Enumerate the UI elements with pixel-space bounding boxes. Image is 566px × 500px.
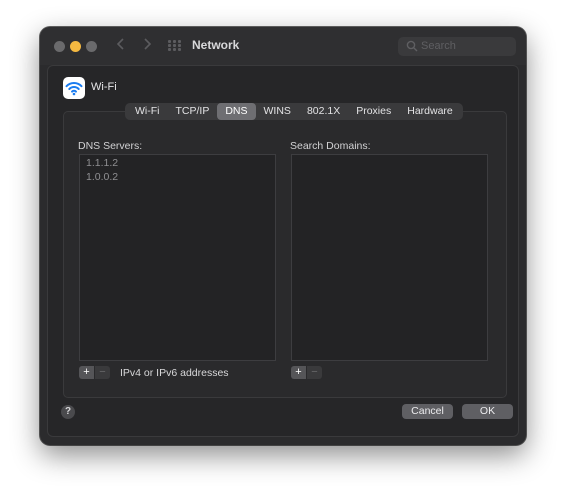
tab-wifi[interactable]: Wi-Fi — [127, 103, 168, 120]
search-domains-list[interactable] — [291, 154, 488, 361]
tab-tcpip[interactable]: TCP/IP — [168, 103, 218, 120]
add-dns-server-button[interactable]: + — [79, 366, 94, 379]
search-placeholder: Search — [421, 40, 456, 52]
search-domain-add-remove-control: + − — [291, 366, 322, 379]
dns-server-entry[interactable]: 1.1.1.2 — [86, 157, 118, 169]
show-all-grid-icon[interactable] — [168, 40, 182, 52]
tab-8021x[interactable]: 802.1X — [299, 103, 348, 120]
remove-dns-server-button[interactable]: − — [95, 366, 110, 379]
window-title: Network — [192, 38, 240, 52]
help-button[interactable]: ? — [61, 405, 75, 419]
back-button[interactable] — [114, 37, 128, 55]
dns-servers-label: DNS Servers: — [78, 140, 143, 152]
dns-address-hint: IPv4 or IPv6 addresses — [120, 367, 229, 379]
search-field[interactable]: Search — [398, 37, 516, 56]
search-icon — [406, 40, 418, 52]
minimize-window-button[interactable] — [70, 41, 81, 52]
tab-proxies[interactable]: Proxies — [348, 103, 399, 120]
dns-servers-list[interactable]: 1.1.1.2 1.0.0.2 — [79, 154, 276, 361]
dns-panel: DNS Servers: Search Domains: 1.1.1.2 1.0… — [63, 111, 507, 398]
ok-button[interactable]: OK — [462, 404, 513, 419]
chevron-left-icon — [116, 38, 124, 50]
network-window: Network Search Wi-Fi Wi-Fi TCP/IP DNS WI… — [40, 27, 526, 445]
add-search-domain-button[interactable]: + — [291, 366, 306, 379]
wifi-icon — [63, 77, 85, 99]
title-bar: Network Search — [40, 27, 526, 65]
dns-settings-sheet: Wi-Fi Wi-Fi TCP/IP DNS WINS 802.1X Proxi… — [47, 65, 519, 437]
close-window-button[interactable] — [54, 41, 65, 52]
tab-wins[interactable]: WINS — [256, 103, 299, 120]
service-name: Wi-Fi — [91, 81, 117, 93]
dns-server-entry[interactable]: 1.0.0.2 — [86, 171, 118, 183]
dns-add-remove-control: + − — [79, 366, 110, 379]
tab-hardware[interactable]: Hardware — [399, 103, 461, 120]
search-domains-label: Search Domains: — [290, 140, 371, 152]
zoom-window-button[interactable] — [86, 41, 97, 52]
forward-button[interactable] — [140, 37, 154, 55]
remove-search-domain-button[interactable]: − — [307, 366, 322, 379]
chevron-right-icon — [144, 38, 152, 50]
settings-tab-bar: Wi-Fi TCP/IP DNS WINS 802.1X Proxies Har… — [125, 103, 463, 120]
tab-dns[interactable]: DNS — [217, 103, 256, 120]
cancel-button[interactable]: Cancel — [402, 404, 453, 419]
